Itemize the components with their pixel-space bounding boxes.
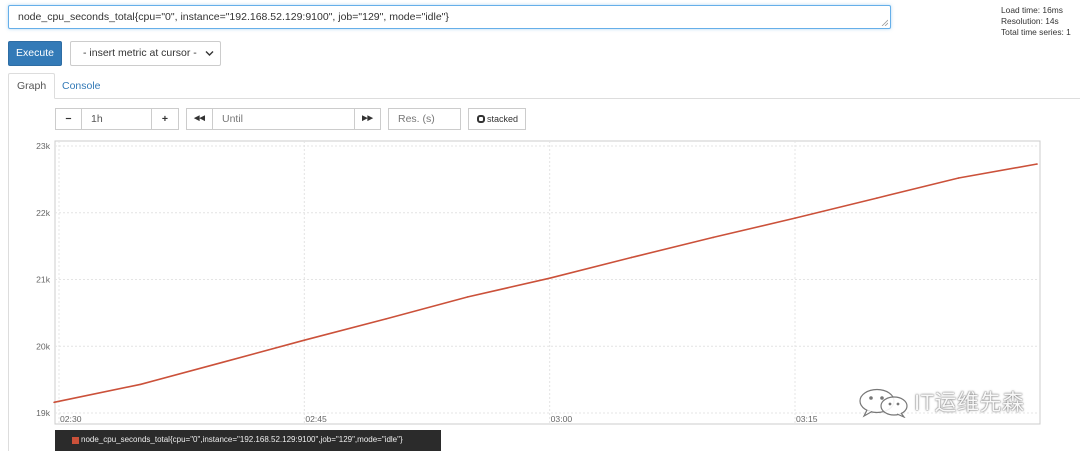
x-tick-label: 02:30 [60,414,82,424]
x-tick-label: 03:00 [551,414,573,424]
series-point [875,197,878,199]
series-point [957,177,960,179]
x-tick-label: 03:15 [796,414,818,424]
plot-area [54,140,1041,425]
series-point [139,383,142,386]
chart-legend: node_cpu_seconds_total{cpu="0",instance=… [55,430,441,451]
series-point [794,217,796,219]
wechat-logo-icon [859,388,908,418]
series-point [467,296,469,298]
series-point [548,277,551,279]
series-line[interactable] [53,163,1038,404]
y-tick-label: 19k [36,408,51,418]
y-tick-label: 23k [36,141,51,151]
legend-color-swatch [72,437,79,444]
y-tick-label: 22k [36,208,51,218]
series-point [53,401,55,404]
series-point [630,256,633,259]
time-series-chart[interactable]: 19k 20k 21k 22k 23k 02:30 02:45 03:00 03:15 [0,0,1080,451]
x-tick-label: 02:45 [305,414,327,424]
legend-series-label[interactable]: node_cpu_seconds_total{cpu="0",instance=… [81,430,403,450]
y-tick-label: 20k [36,341,51,351]
watermark-text: IT运维先森 [914,390,1025,415]
series-point [1036,163,1038,165]
series-point [221,361,224,364]
y-tick-label: 21k [36,275,51,285]
series-point [303,339,306,342]
series-point [712,236,715,239]
series-point [385,318,387,320]
